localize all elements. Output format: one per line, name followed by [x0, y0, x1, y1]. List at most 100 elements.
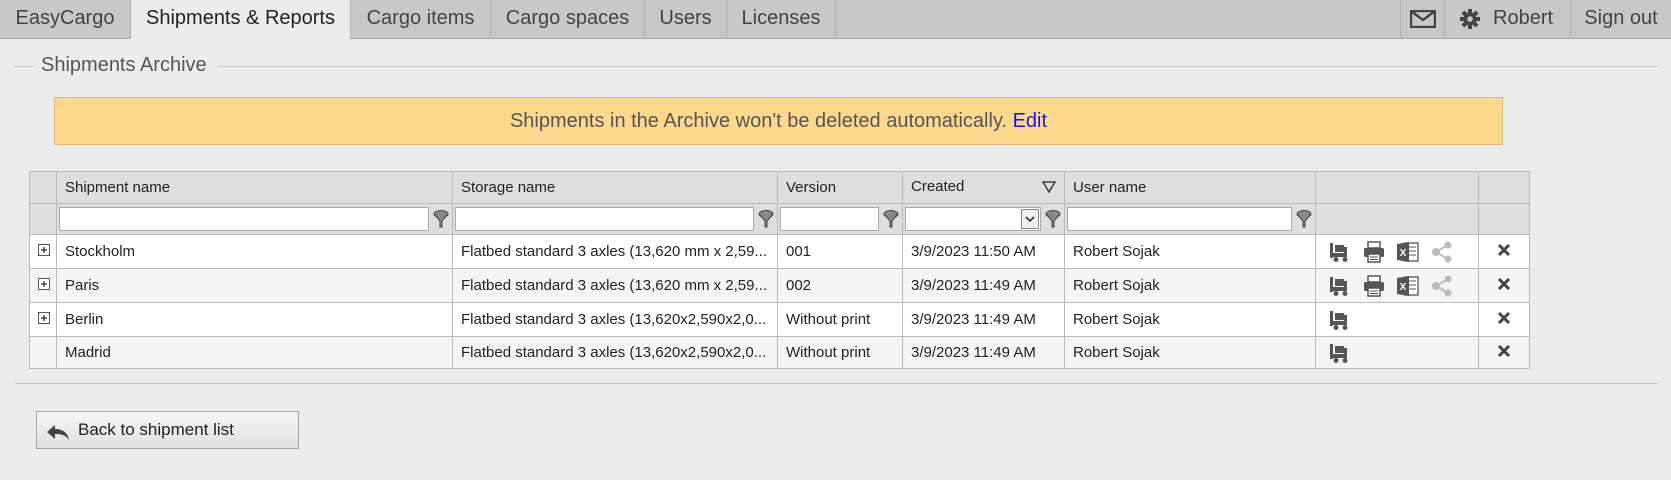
back-to-shipment-list-button[interactable]: Back to shipment list [36, 411, 299, 449]
close-icon[interactable] [1497, 277, 1511, 295]
plus-box-icon[interactable] [38, 243, 50, 260]
column-header-storage-name[interactable]: Storage name [452, 171, 778, 204]
close-icon[interactable] [1497, 311, 1511, 329]
cell-version: 001 [777, 234, 903, 269]
expand-cell[interactable] [29, 234, 57, 269]
forklift-icon[interactable] [1328, 342, 1352, 364]
filter-cell-empty [29, 203, 57, 235]
funnel-icon[interactable] [1295, 209, 1313, 229]
fieldset-border [15, 66, 34, 67]
cell-version: Without print [777, 302, 903, 337]
fieldset-border [218, 66, 1658, 67]
grid-header-row: Shipment name Storage name Version Creat… [29, 171, 1530, 204]
filter-version-input[interactable] [780, 207, 879, 231]
share-icon[interactable] [1430, 275, 1454, 297]
funnel-icon[interactable] [882, 209, 900, 229]
expand-cell[interactable] [29, 268, 57, 303]
column-header-created[interactable]: Created [902, 171, 1065, 204]
filter-shipment-name-input[interactable] [59, 207, 429, 231]
tab-cargo-spaces[interactable]: Cargo spaces [491, 0, 645, 38]
delete-column-header [1478, 171, 1530, 204]
excel-icon[interactable]: X [1396, 275, 1420, 297]
table-row[interactable]: Paris Flatbed standard 3 axles (13,620 m… [29, 268, 1530, 303]
filter-cell [902, 203, 1065, 235]
column-header-user-name[interactable]: User name [1064, 171, 1316, 204]
archive-notice: Shipments in the Archive won't be delete… [54, 97, 1503, 145]
filter-created-select[interactable] [905, 207, 1041, 231]
tab-shipments-reports[interactable]: Shipments & Reports [130, 0, 351, 39]
messages-button[interactable] [1400, 0, 1444, 38]
table-row[interactable]: Stockholm Flatbed standard 3 axles (13,6… [29, 234, 1530, 269]
top-navigation: EasyCargo Shipments & Reports Cargo item… [0, 0, 1671, 39]
user-name-label: Robert [1493, 7, 1554, 29]
printer-icon[interactable] [1362, 240, 1386, 263]
tab-users[interactable]: Users [645, 0, 727, 38]
cell-user-name: Robert Sojak [1064, 268, 1316, 303]
cell-storage-name: Flatbed standard 3 axles (13,620 mm x 2,… [452, 234, 778, 269]
forklift-icon[interactable] [1328, 241, 1352, 263]
back-button-label: Back to shipment list [78, 420, 234, 439]
plus-box-icon[interactable] [38, 277, 50, 294]
cell-delete [1478, 336, 1530, 369]
share-icon[interactable] [1430, 241, 1454, 263]
shipments-grid: Shipment name Storage name Version Creat… [29, 171, 1530, 369]
filter-cell [452, 203, 778, 235]
cell-storage-name: Flatbed standard 3 axles (13,620x2,590x2… [452, 336, 778, 369]
cell-version: Without print [777, 336, 903, 369]
column-header-shipment-name[interactable]: Shipment name [56, 171, 453, 204]
tab-licenses[interactable]: Licenses [727, 0, 836, 38]
tab-cargo-items[interactable]: Cargo items [351, 0, 491, 38]
table-row[interactable]: Berlin Flatbed standard 3 axles (13,620x… [29, 302, 1530, 337]
cell-delete [1478, 234, 1530, 269]
cell-created: 3/9/2023 11:49 AM [902, 268, 1065, 303]
signout-button[interactable]: Sign out [1570, 0, 1671, 38]
cell-storage-name: Flatbed standard 3 axles (13,620x2,590x2… [452, 302, 778, 337]
cell-delete [1478, 268, 1530, 303]
expand-cell[interactable] [29, 302, 57, 337]
printer-icon[interactable] [1362, 274, 1386, 297]
cell-created: 3/9/2023 11:49 AM [902, 336, 1065, 369]
expand-column-header [29, 171, 57, 204]
close-icon[interactable] [1497, 243, 1511, 261]
filter-user-name-input[interactable] [1067, 207, 1292, 231]
excel-icon[interactable]: X [1396, 241, 1420, 263]
funnel-icon[interactable] [757, 209, 775, 229]
close-icon[interactable] [1497, 344, 1511, 362]
column-header-created-label: Created [911, 178, 965, 195]
funnel-icon[interactable] [432, 209, 450, 229]
actions-column-header [1315, 171, 1479, 204]
filter-cell [56, 203, 453, 235]
user-menu-button[interactable]: Robert [1444, 0, 1570, 38]
sort-desc-icon [1041, 180, 1057, 197]
svg-text:X: X [1400, 248, 1407, 259]
forklift-icon[interactable] [1328, 275, 1352, 297]
cell-created: 3/9/2023 11:50 AM [902, 234, 1065, 269]
notice-text: Shipments in the Archive won't be delete… [509, 110, 1008, 132]
grid-filter-row [29, 203, 1530, 235]
cell-user-name: Robert Sojak [1064, 336, 1316, 369]
tab-easycargo[interactable]: EasyCargo [0, 0, 131, 38]
filter-storage-name-input[interactable] [455, 207, 754, 231]
column-header-version[interactable]: Version [777, 171, 903, 204]
svg-text:X: X [1400, 282, 1407, 293]
gear-icon [1460, 9, 1480, 29]
cell-actions [1315, 336, 1479, 369]
cell-shipment-name: Berlin [56, 302, 453, 337]
plus-box-icon[interactable] [38, 311, 50, 328]
expand-cell [29, 336, 57, 369]
cell-actions: X [1315, 268, 1479, 303]
cell-actions [1315, 302, 1479, 337]
section-title: Shipments Archive [41, 54, 207, 76]
cell-user-name: Robert Sojak [1064, 234, 1316, 269]
filter-cell [777, 203, 903, 235]
mail-icon [1410, 10, 1436, 28]
section-divider [15, 383, 1658, 384]
cell-storage-name: Flatbed standard 3 axles (13,620 mm x 2,… [452, 268, 778, 303]
cell-user-name: Robert Sojak [1064, 302, 1316, 337]
chevron-down-icon[interactable] [1021, 209, 1039, 229]
forklift-icon[interactable] [1328, 309, 1352, 331]
back-arrow-icon [45, 420, 71, 456]
table-row[interactable]: Madrid Flatbed standard 3 axles (13,620x… [29, 336, 1530, 369]
edit-link[interactable]: Edit [1013, 110, 1047, 132]
funnel-icon[interactable] [1044, 209, 1062, 229]
